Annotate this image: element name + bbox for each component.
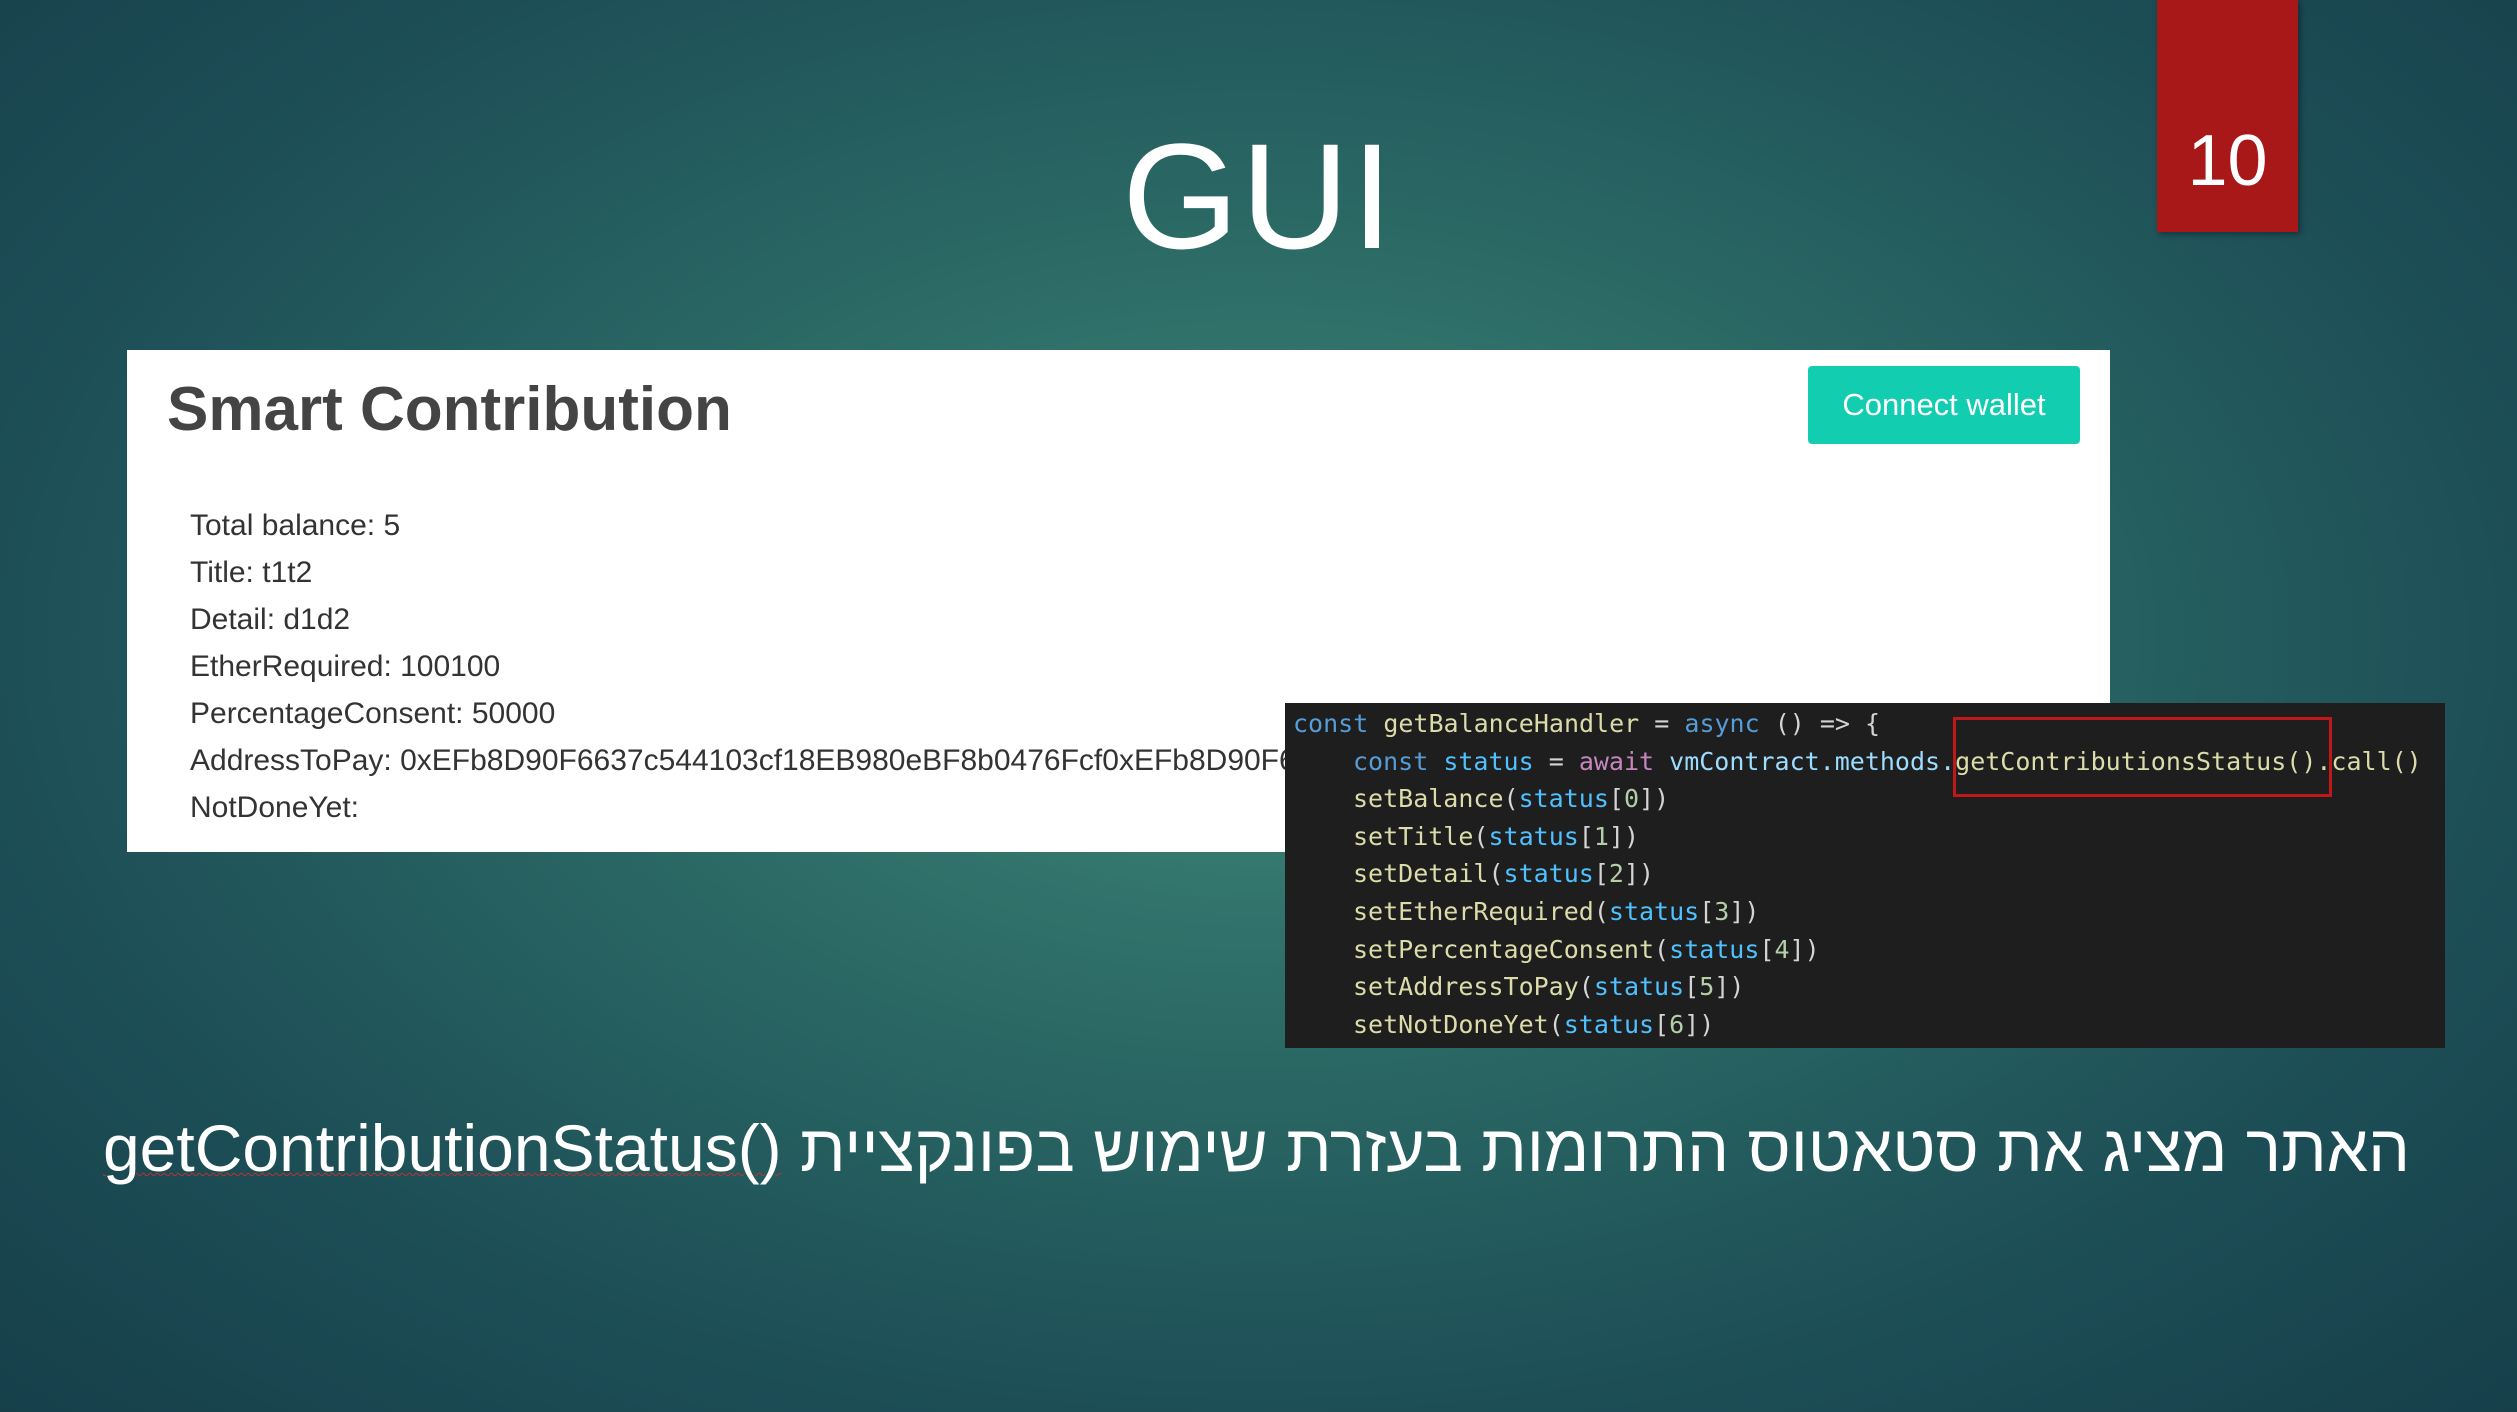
code-token: ]) [1684,1009,1715,1039]
code-token: ]) [1623,859,1655,889]
field-detail: Detail: d1d2 [190,603,351,636]
code-token: setNotDoneYet [1353,1009,1549,1039]
code-token: setAddressToPay [1353,972,1579,1002]
code-token: ( [1654,934,1670,964]
code-token: ( [1488,859,1504,889]
slide-title: GUI [1122,112,1395,280]
code-token: setEtherRequired [1353,896,1594,926]
code-token: ]) [1714,972,1745,1002]
code-token: setTitle [1353,821,1474,851]
code-token: 0 [1623,784,1640,814]
code-token: status [1488,821,1579,851]
code-token: 5 [1699,972,1715,1002]
code-token: ]) [1608,821,1640,851]
code-token: const [1353,746,1429,776]
code-token: ( [1503,784,1519,814]
code-token: 3 [1714,896,1730,926]
code-token: [ [1699,896,1715,926]
code-token: status [1518,784,1609,814]
code-token: 2 [1608,859,1624,889]
code-line: setTitle(status[1]) [1285,818,2445,856]
app-title: Smart Contribution [167,375,732,444]
code-token: setBalance [1353,784,1504,814]
status-fields: Total balance: 5 Title: t1t2 Detail: d1d… [190,502,1312,831]
code-token: () => { [1774,709,1881,738]
code-token: ]) [1789,934,1820,964]
code-token: getBalanceHandler [1383,709,1640,738]
code-token: async [1684,709,1760,738]
connect-wallet-button[interactable]: Connect wallet [1808,366,2080,444]
code-token: vmContract.methods. [1669,746,1956,776]
code-token: = [1548,746,1564,776]
code-token: 6 [1669,1009,1685,1039]
code-token: status [1503,859,1594,889]
code-token: const [1293,709,1369,738]
code-token: await [1578,746,1655,776]
field-title: Title: t1t2 [190,556,313,589]
field-not-done-yet: NotDoneYet: [190,791,360,824]
highlight-box [1953,717,2332,797]
code-token: ( [1593,896,1609,926]
code-token: [ [1608,784,1624,814]
code-token: status [1563,1009,1655,1039]
code-token: [ [1593,859,1609,889]
slide-caption: האתר מציג את סטאטוס התרומות בעזרת שימוש … [103,1110,2410,1186]
code-token: ( [1578,972,1594,1002]
code-token: ]) [1729,896,1760,926]
code-token: ]) [1639,784,1670,814]
field-ether-required: EtherRequired: 100100 [190,650,501,683]
code-token: .call() [2316,746,2422,776]
slide-number-badge: 10 [2157,0,2298,232]
code-token: status [1669,934,1760,964]
code-token: ( [1548,1009,1564,1039]
code-token: setDetail [1353,859,1489,889]
code-token: [ [1578,821,1594,851]
code-token: [ [1759,934,1775,964]
code-token: 1 [1593,821,1609,851]
code-line: setPercentageConsent(status[4]) [1285,931,2445,969]
code-line: setAddressToPay(status[5]) [1285,968,2445,1006]
code-token: setPercentageConsent [1353,934,1655,964]
code-token: status [1608,896,1700,926]
field-percentage-consent: PercentageConsent: 50000 [190,697,556,730]
code-token: status [1443,746,1534,776]
code-token: = [1654,709,1670,738]
code-token: status [1593,972,1685,1002]
code-line: setEtherRequired(status[3]) [1285,893,2445,931]
caption-function-name: getContributionStatus() [102,1111,782,1185]
field-total-balance: Total balance: 5 [190,509,401,542]
code-token: [ [1684,972,1700,1002]
code-line: setNotDoneYet(status[6]) [1285,1006,2445,1044]
code-line: setDetail(status[2]) [1285,855,2445,893]
code-token: ( [1473,821,1489,851]
caption-text: האתר מציג את סטאטוס התרומות בעזרת שימוש … [800,1111,2410,1185]
code-token: 4 [1774,934,1790,964]
field-address-to-pay: AddressToPay: 0xEFb8D90F6637c544103cf18E… [190,744,1313,777]
code-token: [ [1654,1009,1670,1039]
